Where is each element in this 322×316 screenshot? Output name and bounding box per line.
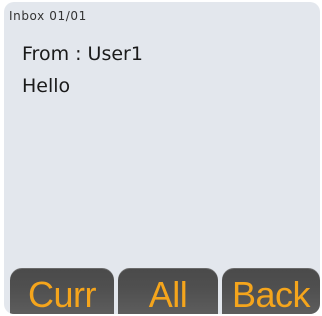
softkey-bar: Curr All Back <box>4 262 320 314</box>
message-body-text: Hello <box>22 75 71 97</box>
message-from-line: From : User1 <box>22 43 143 65</box>
curr-softkey-button[interactable]: Curr <box>10 268 114 314</box>
all-softkey-button[interactable]: All <box>118 268 218 314</box>
phone-screen: Inbox 01/01 From : User1 Hello Curr All … <box>0 0 322 316</box>
back-softkey-button[interactable]: Back <box>222 268 320 314</box>
message-view-panel: Inbox 01/01 From : User1 Hello Curr All … <box>4 2 320 314</box>
inbox-header-title: Inbox 01/01 <box>9 9 87 23</box>
